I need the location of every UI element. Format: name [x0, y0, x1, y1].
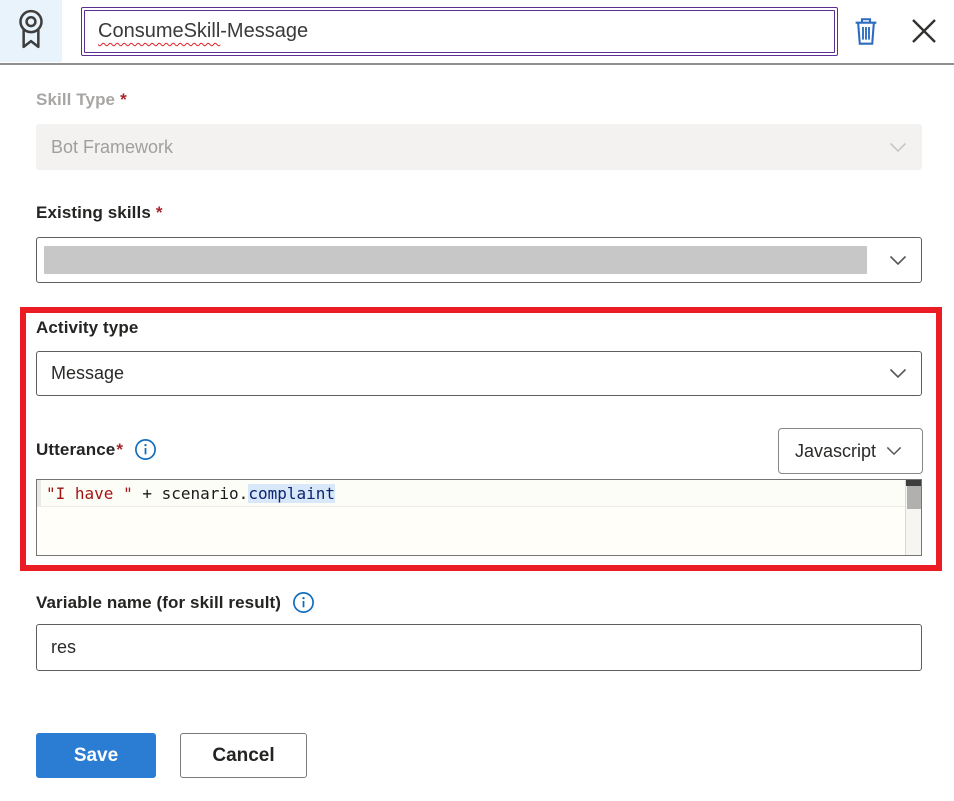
code-language-select[interactable]: Javascript: [778, 428, 923, 474]
activity-type-label-text: Activity type: [36, 318, 138, 338]
chevron-down-icon: [889, 255, 907, 266]
active-line-marker: [37, 480, 41, 506]
activity-type-value: Message: [51, 363, 124, 384]
activity-type-label: Activity type: [36, 318, 138, 338]
close-panel-button[interactable]: [903, 13, 945, 51]
code-line: "I have " + scenario.complaint: [37, 480, 921, 507]
code-language-value: Javascript: [795, 441, 876, 462]
code-operator: +: [133, 484, 162, 503]
variable-name-label-text: Variable name (for skill result): [36, 593, 281, 613]
step-name-value: ConsumeSkill-Message: [84, 10, 835, 53]
skill-type-value: Bot Framework: [51, 137, 173, 158]
info-icon[interactable]: [134, 438, 157, 461]
variable-name-input[interactable]: [36, 624, 922, 671]
code-highlighted-property: complaint: [248, 484, 335, 503]
chevron-down-icon: [889, 368, 907, 379]
skill-config-panel: ConsumeSkill-Message Skill Type * Bot Fr…: [0, 0, 954, 801]
step-name-input[interactable]: ConsumeSkill-Message: [81, 7, 838, 56]
redacted-value-bar: [44, 246, 867, 274]
existing-skills-label-text: Existing skills: [36, 203, 151, 223]
award-ribbon-icon: [12, 8, 50, 55]
trash-icon: [852, 16, 880, 49]
required-asterisk: *: [116, 440, 123, 460]
code-object-path: scenario.: [162, 484, 249, 503]
chevron-down-icon: [889, 142, 907, 153]
utterance-label: Utterance *: [36, 438, 157, 461]
header-divider: [0, 63, 954, 65]
editor-scrollbar[interactable]: [905, 480, 921, 555]
utterance-label-text: Utterance: [36, 440, 115, 460]
close-icon: [909, 16, 939, 49]
required-asterisk: *: [120, 90, 127, 110]
step-name-misspelled: ConsumeSkill: [98, 20, 220, 43]
skill-type-label: Skill Type *: [36, 90, 127, 110]
chevron-down-icon: [886, 446, 902, 456]
info-icon[interactable]: [292, 591, 315, 614]
existing-skills-select[interactable]: [36, 237, 922, 283]
cancel-button[interactable]: Cancel: [180, 733, 307, 778]
utterance-code-editor[interactable]: "I have " + scenario.complaint: [36, 479, 922, 556]
code-string-literal: "I have ": [46, 484, 133, 503]
delete-step-button[interactable]: [847, 13, 885, 51]
existing-skills-label: Existing skills *: [36, 203, 163, 223]
step-name-rest: -Message: [220, 20, 308, 43]
skill-step-tile: [0, 0, 62, 62]
variable-name-label: Variable name (for skill result): [36, 591, 315, 614]
skill-type-select: Bot Framework: [36, 124, 922, 170]
required-asterisk: *: [156, 203, 163, 223]
skill-type-label-text: Skill Type: [36, 90, 115, 110]
scrollbar-thumb[interactable]: [907, 486, 921, 509]
save-button[interactable]: Save: [36, 733, 156, 778]
activity-type-select[interactable]: Message: [36, 351, 922, 396]
